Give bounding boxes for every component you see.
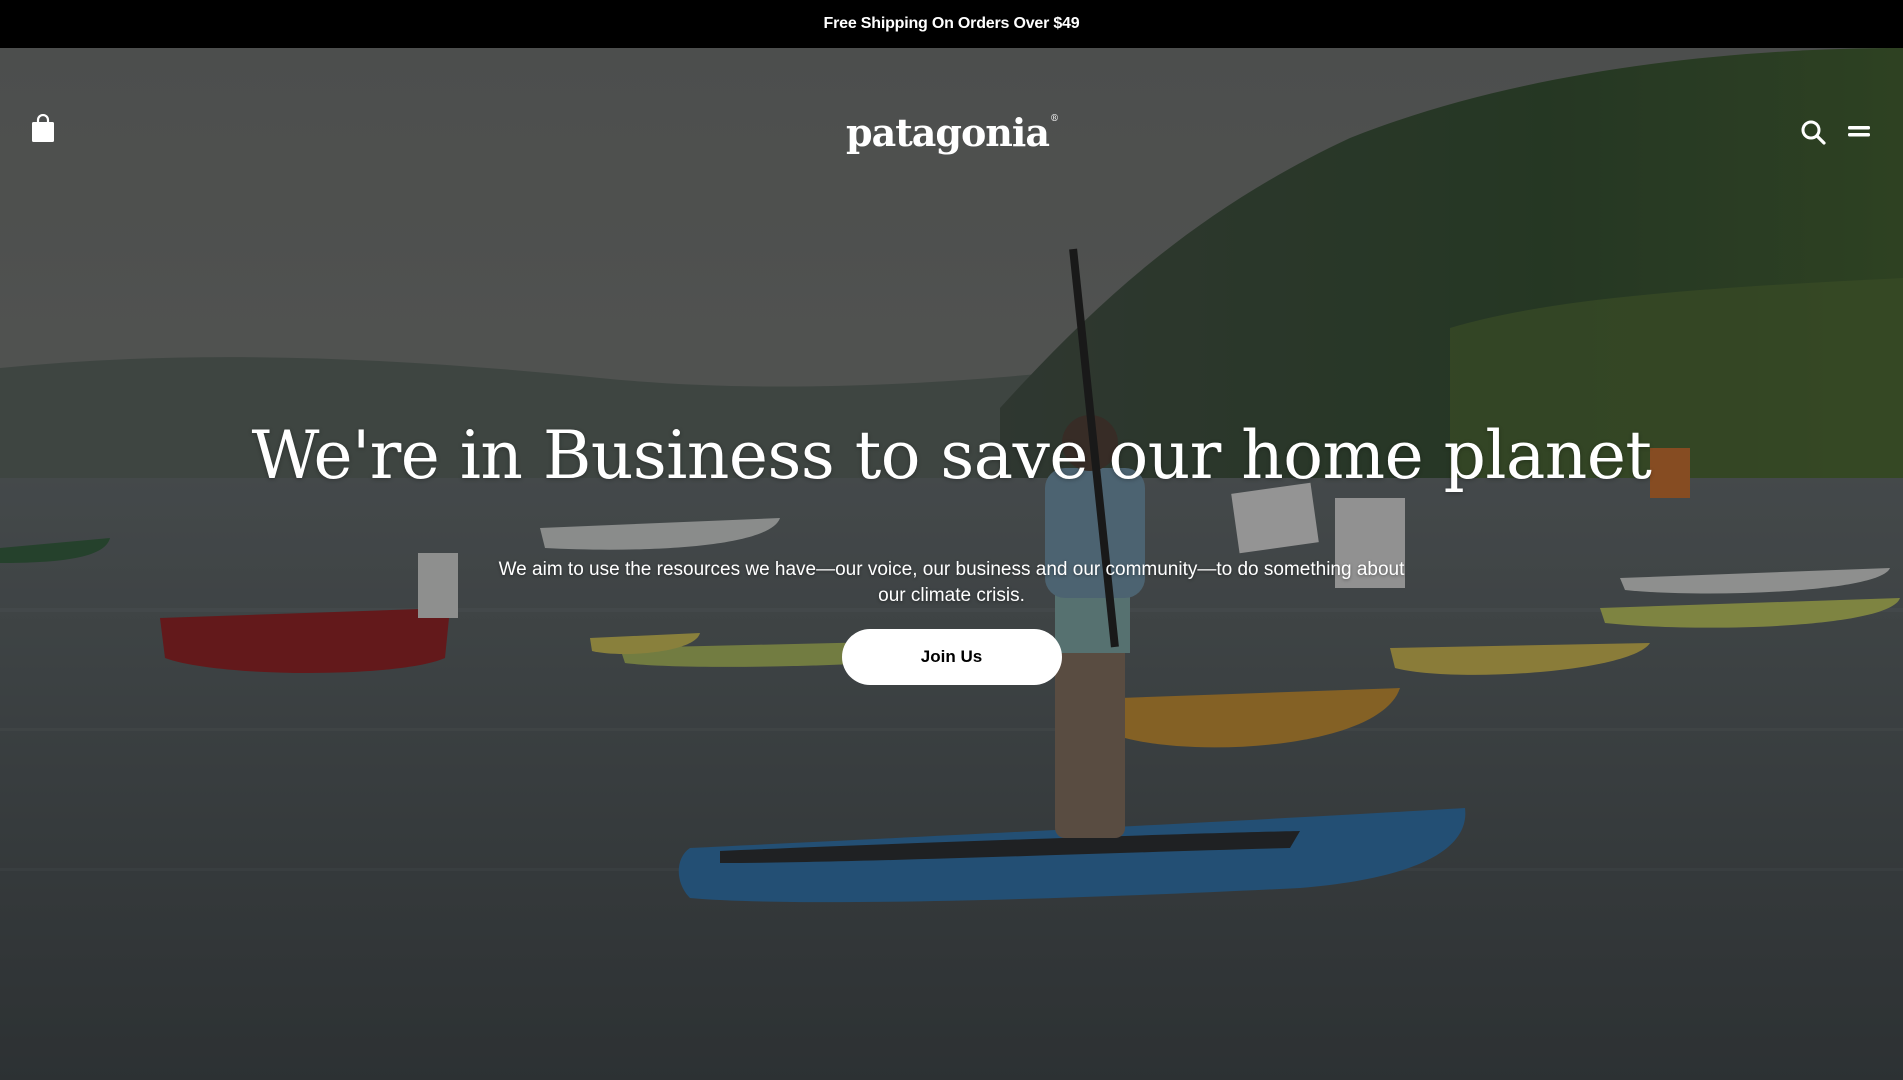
logo-text: patagonia bbox=[846, 110, 1050, 155]
announcement-bar: Free Shipping On Orders Over $49 bbox=[0, 0, 1903, 48]
shopping-bag-icon[interactable] bbox=[30, 113, 58, 144]
announcement-text: Free Shipping On Orders Over $49 bbox=[823, 15, 1080, 32]
hero-content: We're in Business to save our home plane… bbox=[0, 417, 1903, 685]
hero-subtitle: We aim to use the resources we have—our … bbox=[498, 558, 1405, 606]
hero-title: We're in Business to save our home plane… bbox=[251, 417, 1652, 494]
site-header: patagonia® bbox=[0, 48, 1903, 168]
join-us-button[interactable]: Join Us bbox=[841, 628, 1062, 685]
logo-registered-mark: ® bbox=[1049, 114, 1059, 124]
hamburger-menu-icon[interactable] bbox=[1845, 118, 1873, 146]
header-actions bbox=[1799, 118, 1873, 146]
search-icon[interactable] bbox=[1799, 118, 1827, 146]
patagonia-logo[interactable]: patagonia® bbox=[846, 110, 1059, 155]
